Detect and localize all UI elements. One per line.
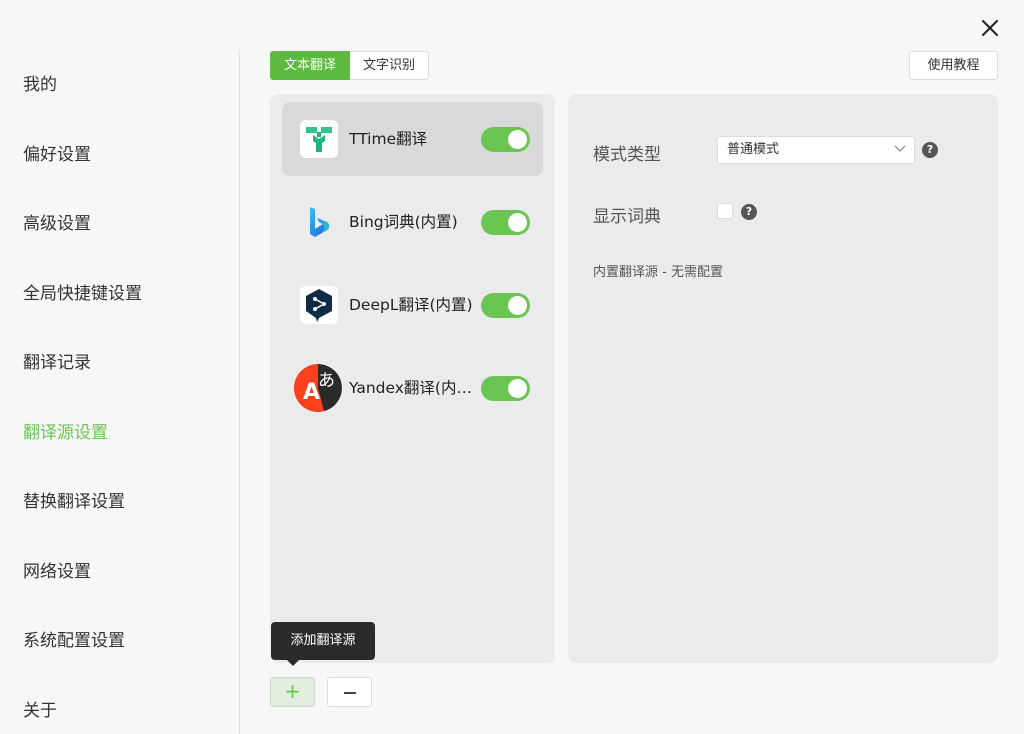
- source-item-ttime[interactable]: TTime翻译: [282, 102, 543, 176]
- source-item-yandex[interactable]: A あ Yandex翻译(内置): [282, 351, 543, 425]
- source-toggle[interactable]: [481, 293, 530, 318]
- source-name: DeepL翻译(内置): [349, 296, 473, 314]
- sidebar-item-about[interactable]: 关于: [23, 696, 57, 726]
- source-settings-panel: 模式类型 普通模式 ? 显示词典 ? 内置翻译源 - 无需配置: [568, 94, 998, 663]
- dictionary-help-icon[interactable]: ?: [741, 204, 757, 220]
- source-name: TTime翻译: [349, 130, 428, 148]
- close-button[interactable]: [976, 14, 1004, 42]
- svg-text:あ: あ: [318, 371, 335, 391]
- ttime-logo-icon: [300, 120, 338, 158]
- sidebar-item-translation-sources[interactable]: 翻译源设置: [23, 418, 108, 448]
- show-dictionary-checkbox[interactable]: [717, 203, 733, 219]
- bing-logo-icon: [300, 203, 338, 241]
- source-toggle[interactable]: [481, 210, 530, 235]
- sidebar-item-replace-translation[interactable]: 替换翻译设置: [23, 487, 125, 517]
- deepl-logo-icon: [300, 286, 338, 324]
- show-dictionary-label: 显示词典: [593, 207, 661, 227]
- sidebar-item-network[interactable]: 网络设置: [23, 557, 91, 587]
- yandex-logo-icon: A あ: [294, 364, 342, 412]
- sidebar-item-global-shortcuts[interactable]: 全局快捷键设置: [23, 279, 142, 309]
- source-toggle[interactable]: [481, 127, 530, 152]
- add-source-button[interactable]: +: [270, 677, 315, 707]
- sidebar: 我的 偏好设置 高级设置 全局快捷键设置 翻译记录 翻译源设置 替换翻译设置 网…: [0, 50, 240, 734]
- source-list: TTime翻译 Bing词典(内置) DeepL翻译(内置) A あ Yande…: [270, 94, 555, 663]
- tutorial-button[interactable]: 使用教程: [909, 51, 998, 80]
- remove-source-button[interactable]: [327, 677, 372, 707]
- source-info-text: 内置翻译源 - 无需配置: [593, 265, 723, 280]
- sidebar-item-advanced[interactable]: 高级设置: [23, 209, 91, 239]
- mode-type-select[interactable]: 普通模式: [717, 136, 915, 164]
- close-icon: [982, 20, 998, 36]
- tab-bar: 文本翻译 文字识别: [270, 51, 430, 80]
- plus-icon: +: [284, 679, 301, 703]
- tab-ocr[interactable]: 文字识别: [350, 51, 430, 80]
- mode-type-label: 模式类型: [593, 145, 661, 165]
- source-name: Bing词典(内置): [349, 213, 458, 231]
- sidebar-item-system-config[interactable]: 系统配置设置: [23, 626, 125, 656]
- chevron-down-icon: [894, 145, 906, 152]
- add-source-tooltip: 添加翻译源: [271, 622, 375, 666]
- source-toggle[interactable]: [481, 376, 530, 401]
- sidebar-item-mine[interactable]: 我的: [23, 70, 57, 100]
- mode-type-value: 普通模式: [727, 142, 780, 157]
- sidebar-item-preferences[interactable]: 偏好设置: [23, 140, 91, 170]
- source-item-bing[interactable]: Bing词典(内置): [282, 185, 543, 259]
- source-name: Yandex翻译(内置): [349, 379, 477, 397]
- tab-text-translation[interactable]: 文本翻译: [270, 51, 351, 80]
- source-item-deepl[interactable]: DeepL翻译(内置): [282, 268, 543, 342]
- mode-help-icon[interactable]: ?: [922, 142, 938, 158]
- sidebar-item-translation-history[interactable]: 翻译记录: [23, 348, 91, 378]
